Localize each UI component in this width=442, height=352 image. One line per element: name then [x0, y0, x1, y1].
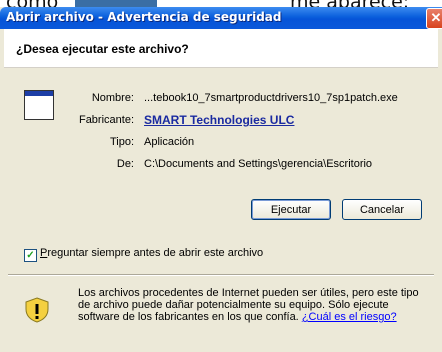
publisher-link[interactable]: SMART Technologies ULC — [144, 113, 294, 127]
application-icon — [24, 90, 54, 120]
type-value: Aplicación — [144, 136, 195, 148]
run-button-label: Ejecutar — [270, 204, 312, 216]
type-label: Tipo: — [109, 136, 134, 148]
run-button[interactable]: Ejecutar — [251, 199, 331, 220]
dialog-question: ¿Desea ejecutar este archivo? — [16, 42, 189, 56]
close-icon: ✕ — [430, 10, 442, 25]
dialog-content: Nombre: ...tebook10_7smartproductdrivers… — [4, 67, 438, 352]
check-icon: ✓ — [26, 250, 35, 261]
from-value: C:\Documents and Settings\gerencia\Escri… — [144, 158, 373, 170]
title-bar[interactable]: Abrir archivo - Advertencia de seguridad… — [0, 7, 442, 29]
name-value: ...tebook10_7smartproductdrivers10_7sp1p… — [144, 92, 398, 104]
cancel-button[interactable]: Cancelar — [342, 199, 422, 220]
application-icon-bar — [25, 91, 53, 96]
close-button[interactable]: ✕ — [426, 8, 442, 29]
risk-link[interactable]: ¿Cuál es el riesgo? — [302, 311, 397, 323]
header-panel: ¿Desea ejecutar este archivo? — [4, 29, 438, 68]
divider — [8, 274, 434, 276]
cancel-button-label: Cancelar — [359, 204, 405, 216]
name-label: Nombre: — [91, 92, 134, 104]
security-warning-dialog: Abrir archivo - Advertencia de seguridad… — [0, 7, 442, 352]
publisher-label: Fabricante: — [78, 114, 134, 126]
warning-message: Los archivos procedentes de Internet pue… — [78, 287, 430, 323]
always-ask-checkbox[interactable]: ✓ — [24, 249, 37, 262]
dialog-title: Abrir archivo - Advertencia de seguridad — [6, 10, 282, 24]
shield-warning-icon — [25, 297, 49, 323]
always-ask-label[interactable]: Preguntar siempre antes de abrir este ar… — [40, 247, 263, 259]
from-label: De: — [116, 158, 134, 170]
